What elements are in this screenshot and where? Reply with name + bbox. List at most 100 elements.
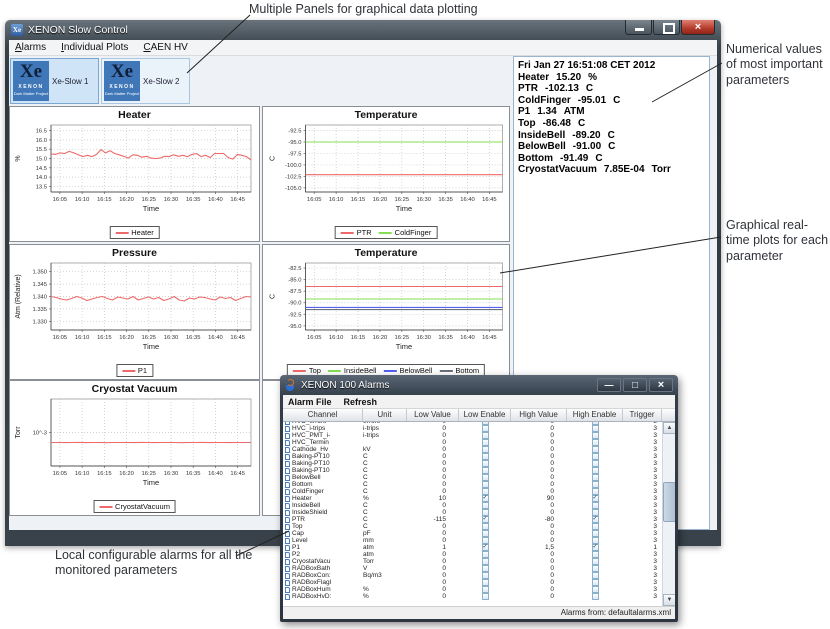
menu-alarm-file[interactable]: Alarm File — [288, 397, 332, 407]
low-enable-checkbox[interactable] — [482, 523, 489, 530]
close-button[interactable] — [681, 20, 715, 35]
alarms-scrollbar[interactable]: ▲ ▼ — [662, 422, 675, 606]
column-channel[interactable]: Channel — [283, 409, 363, 421]
low-enable-checkbox[interactable] — [482, 530, 489, 537]
high-enable-checkbox[interactable]: ✓ — [592, 516, 599, 523]
main-titlebar[interactable]: Xe XENON Slow Control — [5, 20, 721, 40]
high-enable-checkbox[interactable] — [592, 446, 599, 453]
column-high-enable[interactable]: High Enable — [567, 409, 623, 421]
maximize-button[interactable] — [653, 20, 680, 35]
low-enable-checkbox[interactable]: ✓ — [482, 495, 489, 502]
column-unit[interactable]: Unit — [363, 409, 407, 421]
low-enable-checkbox[interactable] — [482, 586, 489, 593]
high-enable-checkbox[interactable] — [592, 488, 599, 495]
high-enable-checkbox[interactable] — [592, 586, 599, 593]
scroll-down-icon[interactable]: ▼ — [663, 594, 675, 606]
menu-caen-hv[interactable]: CAEN HV — [143, 42, 187, 53]
high-enable-checkbox[interactable]: ✓ — [592, 495, 599, 502]
low-enable-checkbox[interactable] — [482, 579, 489, 586]
alarms-maximize-button[interactable] — [623, 378, 647, 392]
low-enable-checkbox[interactable]: ✓ — [482, 544, 489, 551]
high-enable-checkbox[interactable] — [592, 530, 599, 537]
scroll-thumb[interactable] — [663, 482, 675, 522]
alarm-row-p1[interactable]: P1atm1✓1,5✓1 — [283, 544, 662, 551]
menu-individual-plots[interactable]: Individual Plots — [61, 42, 128, 53]
alarm-row-belowbell[interactable]: BelowBellC003 — [283, 474, 662, 481]
high-enable-checkbox[interactable] — [592, 572, 599, 579]
minimize-button[interactable] — [625, 20, 652, 35]
low-enable-checkbox[interactable] — [482, 572, 489, 579]
tab-xe-slow-2[interactable]: Xe XENON Dark Matter Project Xe-Slow 2 — [101, 58, 190, 104]
alarms-titlebar[interactable]: XENON 100 Alarms — [280, 375, 678, 395]
alarm-row-hvc-termin[interactable]: HVC_Termin003 — [283, 439, 662, 446]
high-enable-checkbox[interactable] — [592, 502, 599, 509]
alarm-row-baking-pt10[interactable]: Baking-PT10C003 — [283, 453, 662, 460]
alarm-row-coldfinger[interactable]: ColdFingerC003 — [283, 488, 662, 495]
alarm-row-radboxflagl[interactable]: RADBoxFlagl003 — [283, 579, 662, 586]
low-enable-checkbox[interactable] — [482, 425, 489, 432]
alarms-minimize-button[interactable] — [597, 378, 621, 392]
low-enable-checkbox[interactable] — [482, 537, 489, 544]
high-enable-checkbox[interactable] — [592, 474, 599, 481]
alarm-row-radboxcon[interactable]: RADBoxCon:Bq/m3003 — [283, 572, 662, 579]
high-enable-checkbox[interactable]: ✓ — [592, 544, 599, 551]
alarm-row-cap[interactable]: CappF003 — [283, 530, 662, 537]
alarm-row-insidebell[interactable]: InsideBellC003 — [283, 502, 662, 509]
low-enable-checkbox[interactable] — [482, 446, 489, 453]
high-enable-checkbox[interactable] — [592, 558, 599, 565]
low-enable-checkbox[interactable] — [482, 551, 489, 558]
high-enable-checkbox[interactable] — [592, 523, 599, 530]
alarm-row-baking-pt10[interactable]: Baking-PT10C003 — [283, 467, 662, 474]
low-enable-checkbox[interactable] — [482, 488, 489, 495]
alarm-row-insideshield[interactable]: InsideShieldC003 — [283, 509, 662, 516]
alarm-row-level[interactable]: Levelmm003 — [283, 537, 662, 544]
low-enable-checkbox[interactable] — [482, 439, 489, 446]
alarm-row-radboxhum[interactable]: RADBoxHum%003 — [283, 586, 662, 593]
alarm-row-cryostatvacu[interactable]: CryostatVacuTorr003 — [283, 558, 662, 565]
alarm-row-radboxbath[interactable]: RADBoxBathV003 — [283, 565, 662, 572]
low-enable-checkbox[interactable] — [482, 474, 489, 481]
column-trigger[interactable]: Trigger — [623, 409, 662, 421]
menu-refresh[interactable]: Refresh — [344, 397, 378, 407]
low-enable-checkbox[interactable] — [482, 558, 489, 565]
high-enable-checkbox[interactable] — [592, 565, 599, 572]
tab-xe-slow-1[interactable]: Xe XENON Dark Matter Project Xe-Slow 1 — [10, 58, 99, 104]
high-enable-checkbox[interactable] — [592, 593, 599, 600]
high-enable-checkbox[interactable] — [592, 439, 599, 446]
high-enable-checkbox[interactable] — [592, 551, 599, 558]
low-enable-checkbox[interactable] — [482, 502, 489, 509]
column-low-value[interactable]: Low Value — [407, 409, 459, 421]
low-enable-checkbox[interactable] — [482, 460, 489, 467]
alarm-row-ptr[interactable]: PTRC-115✓-80✓3 — [283, 516, 662, 523]
high-enable-checkbox[interactable] — [592, 467, 599, 474]
menu-alarms[interactable]: Alarms — [15, 42, 46, 53]
high-enable-checkbox[interactable] — [592, 460, 599, 467]
alarm-row-heater[interactable]: Heater%10✓90✓3 — [283, 495, 662, 502]
low-enable-checkbox[interactable] — [482, 467, 489, 474]
alarms-close-button[interactable] — [649, 378, 673, 392]
alarm-row-cathode-hv[interactable]: Cathode_HvkV003 — [283, 446, 662, 453]
high-enable-checkbox[interactable] — [592, 579, 599, 586]
high-enable-checkbox[interactable] — [592, 481, 599, 488]
alarm-row-radboxhvd[interactable]: RADBoxHvD:%003 — [283, 593, 662, 600]
alarm-row-hvc-pmt-i[interactable]: HVC_PMT_i-i-trips003 — [283, 432, 662, 439]
scroll-up-icon[interactable]: ▲ — [663, 422, 675, 434]
low-enable-checkbox[interactable] — [482, 453, 489, 460]
alarm-row-p2[interactable]: P2atm003 — [283, 551, 662, 558]
alarm-row-top[interactable]: TopC003 — [283, 523, 662, 530]
low-enable-checkbox[interactable] — [482, 565, 489, 572]
alarm-row-baking-pt10[interactable]: Baking-PT10C003 — [283, 460, 662, 467]
low-enable-checkbox[interactable]: ✓ — [482, 516, 489, 523]
column-low-enable[interactable]: Low Enable — [459, 409, 511, 421]
high-enable-checkbox[interactable] — [592, 509, 599, 516]
high-enable-checkbox[interactable] — [592, 425, 599, 432]
low-enable-checkbox[interactable] — [482, 509, 489, 516]
high-enable-checkbox[interactable] — [592, 453, 599, 460]
alarm-row-hvc-i-trips[interactable]: HVC_i-tripsi-trips003 — [283, 425, 662, 432]
high-enable-checkbox[interactable] — [592, 537, 599, 544]
alarm-row-bottom[interactable]: BottomC003 — [283, 481, 662, 488]
high-enable-checkbox[interactable] — [592, 432, 599, 439]
low-enable-checkbox[interactable] — [482, 593, 489, 600]
column-high-value[interactable]: High Value — [511, 409, 567, 421]
low-enable-checkbox[interactable] — [482, 481, 489, 488]
